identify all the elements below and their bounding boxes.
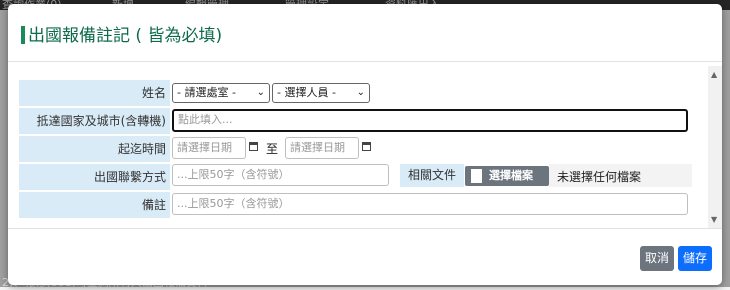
modal-title: 出國報備註記 ( 皆為必填) [28,26,223,46]
end-date-input[interactable]: 請選擇日期 [285,137,359,159]
file-status-text: 未選擇任何檔案 [557,170,642,184]
department-select-value: - 請選處室 - [177,86,236,99]
cancel-button[interactable]: 取消 [640,246,674,271]
title-accent-bar [21,26,25,44]
modal-header: 出國報備註記 ( 皆為必填) [8,4,722,62]
date-separator: 至 [266,142,279,156]
department-select[interactable]: - 請選處室 - ⌄ [172,83,270,103]
scroll-up-icon[interactable]: ▲ [711,70,717,79]
row-destination: 抵達國家及城市(含轉機) 點此填入... [19,108,692,135]
person-select[interactable]: - 選擇人員 - ⌄ [272,83,370,103]
choose-file-label: 選擇檔案 [489,169,533,182]
destination-label: 抵達國家及城市(含轉機) [19,108,170,134]
modal-body: 姓名 - 請選處室 - ⌄ - 選擇人員 - ⌄ 抵達國家及城市(含轉機) 點此… [8,66,722,228]
attachment-label: 相關文件 [400,164,464,187]
choose-file-button[interactable]: 選擇檔案 [465,166,549,186]
file-icon [471,169,482,183]
contact-label: 出國聯繫方式 [19,164,170,190]
name-label: 姓名 [19,80,170,106]
notes-input[interactable]: ...上限50字（含符號） [172,193,688,215]
calendar-icon[interactable] [249,142,258,151]
chevron-down-icon: ⌄ [356,87,365,98]
scroll-down-icon[interactable]: ▼ [711,215,717,224]
modal-scrollbar[interactable]: ▲ ▼ [708,66,722,228]
destination-input[interactable]: 點此填入... [172,109,688,132]
start-date-input[interactable]: 請選擇日期 [172,137,246,159]
person-select-value: - 選擇人員 - [277,86,336,99]
contact-input[interactable]: ...上限50字（含符號） [172,164,389,186]
notes-label: 備註 [19,192,170,218]
chevron-down-icon: ⌄ [256,87,265,98]
save-button[interactable]: 儲存 [678,246,712,271]
row-name: 姓名 - 請選處室 - ⌄ - 選擇人員 - ⌄ [19,80,692,107]
row-contact: 出國聯繫方式 ...上限50字（含符號） 相關文件 選擇檔案 未選擇任何檔案 [19,164,692,191]
calendar-icon[interactable] [362,142,371,151]
row-notes: 備註 ...上限50字（含符號） [19,192,692,219]
modal-dialog: 出國報備註記 ( 皆為必填) 姓名 - 請選處室 - ⌄ - 選擇人員 - ⌄ … [8,4,722,285]
modal-footer: 取消 儲存 [8,228,722,286]
row-period: 起迄時間 請選擇日期 至 請選擇日期 [19,136,692,163]
period-label: 起迄時間 [19,136,170,162]
